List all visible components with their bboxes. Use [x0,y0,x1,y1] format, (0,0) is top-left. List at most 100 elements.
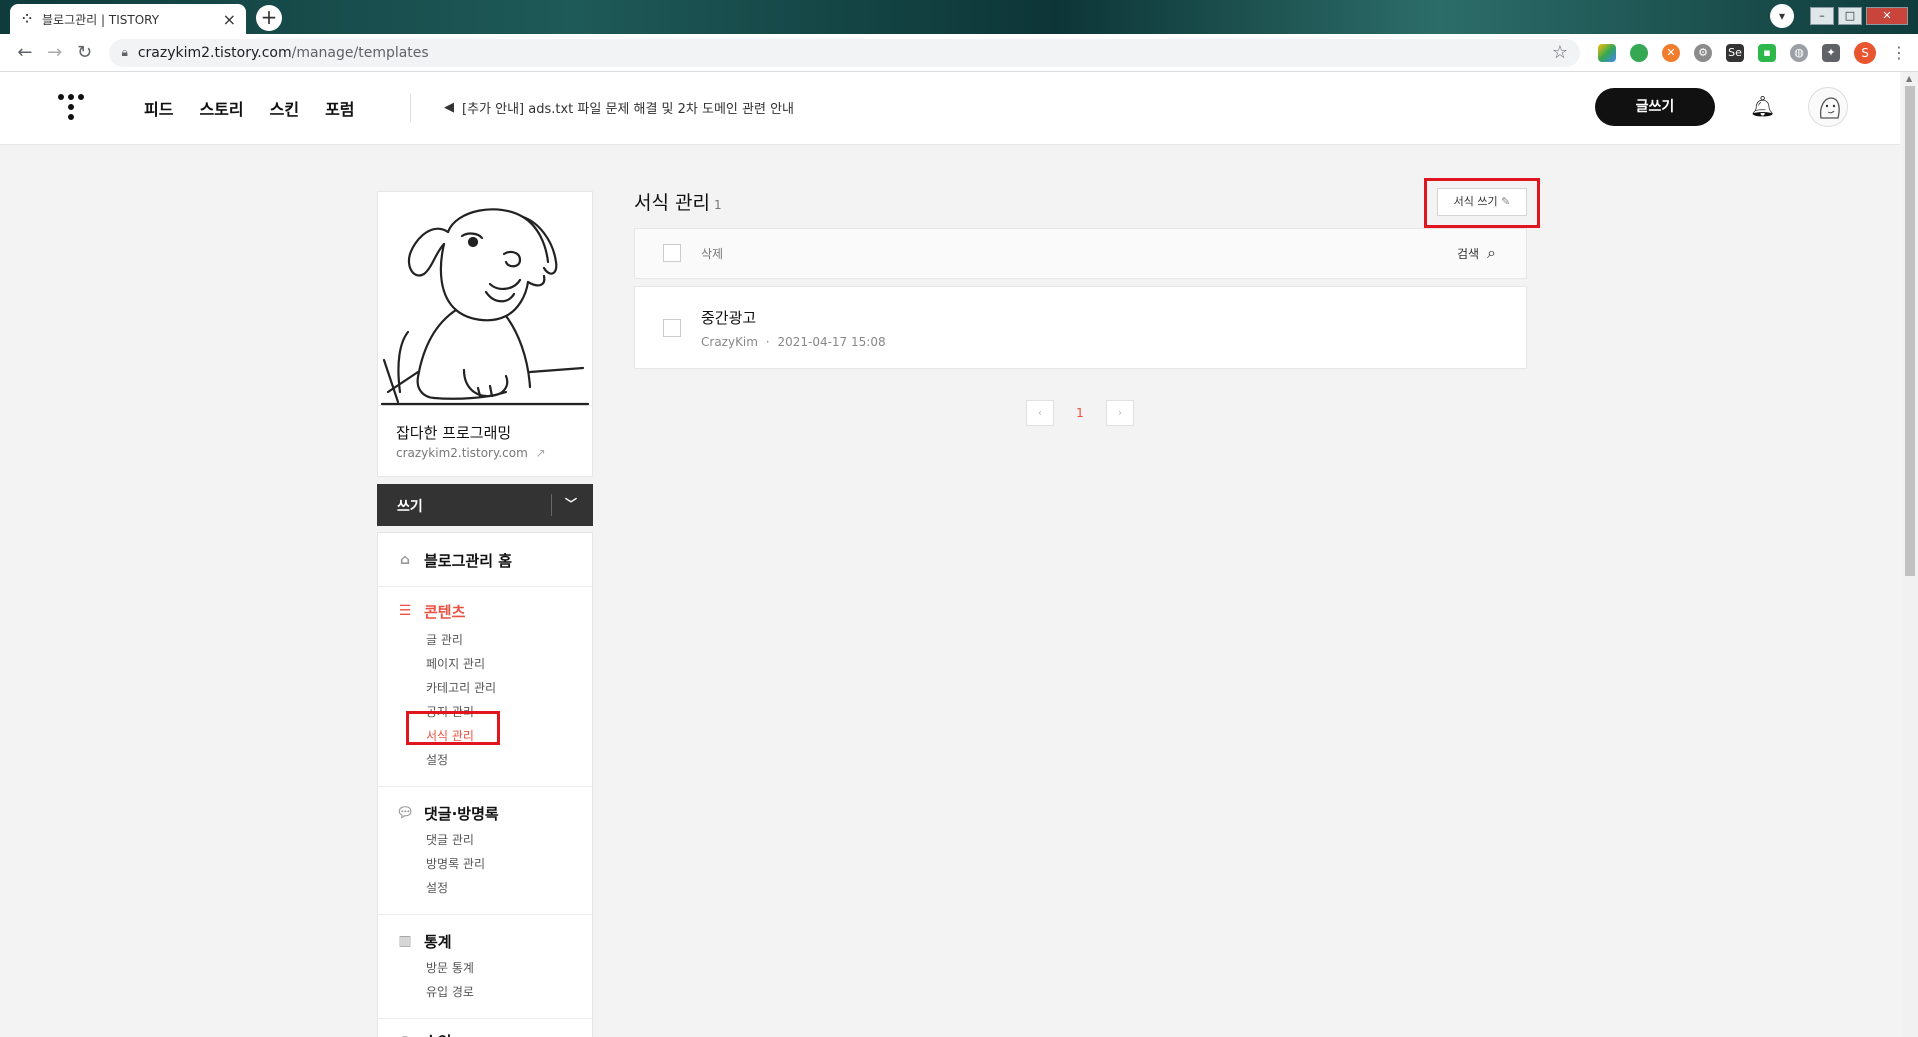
green-extension-icon[interactable]: ▪ [1758,43,1777,62]
profile-avatar-icon[interactable]: S [1854,41,1877,64]
coin-icon: ◎ [396,1033,414,1037]
bar-chart-icon: ▥ [398,932,412,949]
template-author: CrazyKim [701,335,758,349]
url-path: /manage/templates [291,44,429,61]
chevron-down-icon[interactable]: ﹀ [565,495,577,512]
address-bar: ← → ↻ 🔒︎ crazykim2.tistory.com/manage/te… [0,34,1918,72]
window-controls: ▾ – □ ✕ [1770,4,1908,28]
menu-item-content-settings[interactable]: 설정 [426,751,448,768]
select-all-checkbox[interactable] [663,244,681,262]
menu-comments[interactable]: 💬︎ 댓글·방명록 [396,803,499,824]
nav-skin[interactable]: 스킨 [270,96,299,120]
menu-stats-label: 통계 [424,933,452,951]
url-input[interactable]: 🔒︎ crazykim2.tistory.com/manage/template… [109,38,1581,67]
delete-button[interactable]: 삭제 [701,245,723,262]
page-number-current[interactable]: 1 [1054,406,1106,420]
search-icon: ⌕ [1487,243,1496,262]
row-checkbox[interactable] [663,319,681,337]
menu-item-comments[interactable]: 댓글 관리 [426,831,474,848]
home-icon: ⌂ [399,551,411,568]
menu-revenue-label: 수익 [424,1031,452,1037]
menu-item-pages[interactable]: 페이지 관리 [426,655,485,672]
chrome-profile-menu-icon[interactable]: ▾ [1770,4,1794,28]
tistory-logo-icon[interactable] [58,94,84,122]
new-tab-button[interactable]: + [256,5,282,31]
menu-item-posts[interactable]: 글 관리 [426,631,463,648]
scrollbar-thumb[interactable] [1905,86,1915,576]
close-window-icon[interactable]: ✕ [1866,7,1908,25]
bookmark-star-icon[interactable]: ☆ [1552,42,1568,63]
notice-link[interactable]: ◀︎ [추가 안내] ads.txt 파일 문제 해결 및 2차 도메인 관련 … [444,98,794,117]
scroll-up-icon[interactable]: ▲ [1906,74,1912,83]
url-host: crazykim2.tistory.com [137,44,292,61]
user-avatar[interactable] [1808,87,1848,127]
menu-stats[interactable]: ▥ 통계 [396,931,452,952]
forward-arrow-icon[interactable]: → [40,42,70,63]
puzzle-extensions-icon[interactable]: ✦ [1822,43,1841,62]
menu-item-guestbook[interactable]: 방명록 관리 [426,855,485,872]
menu-item-visit-stats[interactable]: 방문 통계 [426,959,474,976]
list-toolbar: 삭제 검색 ⌕ [634,228,1527,279]
blog-url: crazykim2.tistory.com [396,446,528,460]
blog-profile-card: 잡다한 프로그래밍 crazykim2.tistory.com ↗ [377,191,593,477]
menu-item-comment-settings[interactable]: 설정 [426,879,448,896]
reload-icon[interactable]: ↻ [70,42,100,63]
tab-title: 블로그관리 | TISTORY [42,12,160,27]
speaker-icon: ◀︎ [444,100,454,115]
dog-avatar-icon [1819,97,1840,119]
template-count: 1 [713,198,722,212]
page-title-text: 서식 관리 [634,192,710,214]
template-row[interactable]: 중간광고 CrazyKim · 2021-04-17 15:08 [634,286,1527,369]
write-dropdown-divider [551,494,552,516]
menu-section-comments: 💬︎ 댓글·방명록 댓글 관리 방명록 관리 설정 [378,787,592,915]
menu-section-content: ☰ 콘텐츠 글 관리 페이지 관리 카테고리 관리 공지 관리 서식 관리 설정 [378,587,592,787]
bell-icon[interactable]: 🔔︎ [1750,94,1775,118]
next-page-button[interactable]: › [1106,400,1134,426]
chrome-remote-icon[interactable] [1630,43,1649,62]
browser-titlebar: ⁘ 블로그관리 | TISTORY × + ▾ – □ ✕ [0,0,1918,34]
document-icon: ☰ [398,602,412,619]
nav-forum[interactable]: 포럼 [325,96,354,120]
tistory-favicon-icon: ⁘ [21,12,33,26]
maximize-icon[interactable]: □ [1838,7,1862,25]
se-extension-icon[interactable]: Se [1726,43,1745,62]
gear-extension-icon[interactable]: ⚙ [1694,43,1713,62]
nav-feed[interactable]: 피드 [144,96,173,120]
speech-bubble-icon: 💬︎ [396,804,414,821]
menu-section-stats: ▥ 통계 방문 통계 유입 경로 [378,915,592,1019]
admin-menu: ⌂ 블로그관리 홈 ☰ 콘텐츠 글 관리 페이지 관리 카테고리 관리 공지 관… [377,532,593,1037]
menu-content[interactable]: ☰ 콘텐츠 [396,601,466,622]
menu-kebab-icon[interactable]: ⋮ [1890,43,1908,62]
menu-home-label: 블로그관리 홈 [424,552,513,570]
global-nav: 피드 스토리 스킨 포럼 [144,96,355,120]
lock-icon: 🔒︎ [121,45,128,59]
prev-page-button[interactable]: ‹ [1026,400,1054,426]
blog-url-link[interactable]: crazykim2.tistory.com ↗ [396,446,546,460]
minimize-icon[interactable]: – [1810,7,1834,25]
menu-content-label: 콘텐츠 [424,603,466,621]
page-scrollbar[interactable]: ▲ [1902,72,1918,1037]
menu-item-referrers[interactable]: 유입 경로 [426,983,474,1000]
blog-profile-image[interactable] [378,192,592,406]
back-arrow-icon[interactable]: ← [10,42,40,63]
browser-tab[interactable]: ⁘ 블로그관리 | TISTORY × [10,4,246,34]
close-tab-icon[interactable]: × [223,10,236,29]
write-dropdown[interactable]: 쓰기 ﹀ [377,484,593,526]
menu-section-revenue: ◎ 수익 [378,1019,592,1037]
menu-item-categories[interactable]: 카테고리 관리 [426,679,496,696]
google-drive-icon[interactable] [1598,43,1617,62]
pagination: ‹ 1 › [1026,400,1134,426]
orange-extension-icon[interactable]: ✕ [1662,43,1681,62]
external-link-icon: ↗ [535,446,546,460]
write-post-button[interactable]: 글쓰기 [1595,88,1715,126]
template-date: 2021-04-17 15:08 [777,335,886,349]
nav-story[interactable]: 스토리 [199,96,243,120]
write-dropdown-label: 쓰기 [397,499,423,515]
search-button[interactable]: 검색 ⌕ [1457,243,1496,263]
search-label: 검색 [1456,246,1480,261]
menu-home[interactable]: ⌂ 블로그관리 홈 [396,550,512,571]
blog-name[interactable]: 잡다한 프로그래밍 [396,422,511,443]
globe-icon[interactable]: ◍ [1790,43,1809,62]
template-title[interactable]: 중간광고 [701,307,756,328]
menu-revenue[interactable]: ◎ 수익 [396,1031,452,1037]
